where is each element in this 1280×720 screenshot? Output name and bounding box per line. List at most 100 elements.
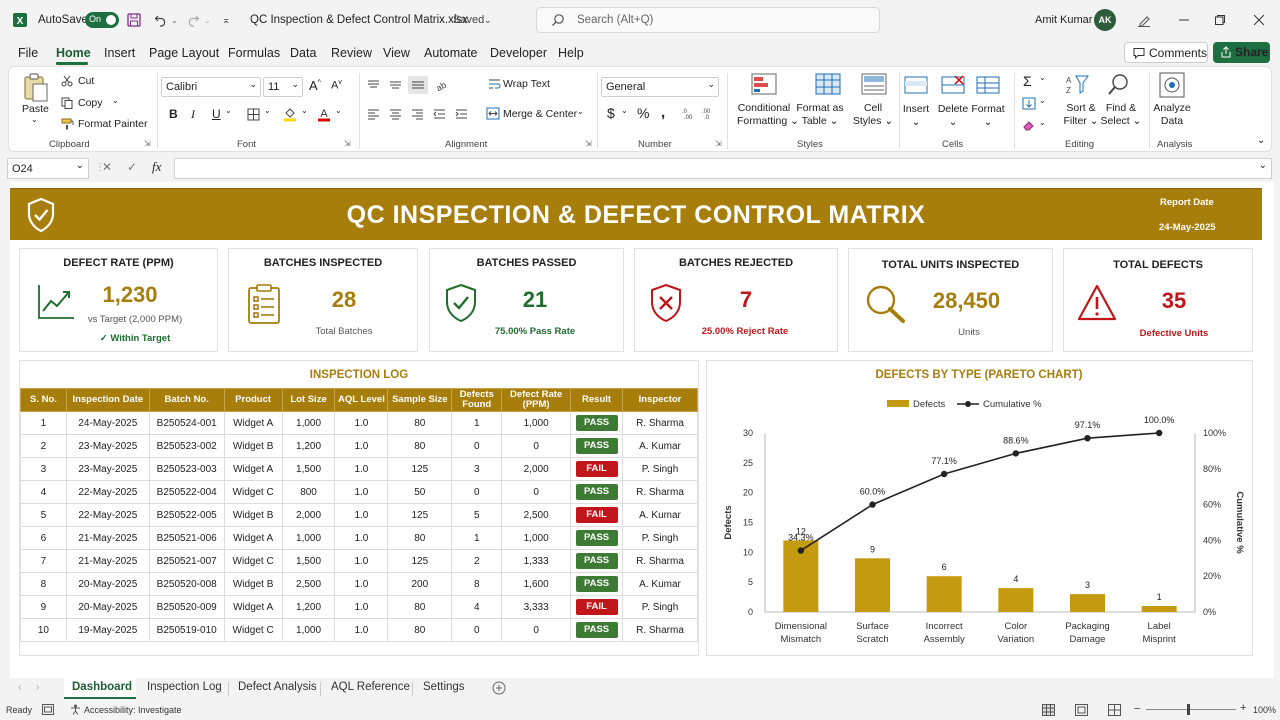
name-box[interactable]: O24 ⌄ [7, 158, 89, 179]
conditional-formatting-icon[interactable] [751, 73, 777, 97]
zoom-slider-track[interactable] [1146, 709, 1236, 710]
insert-cells-icon[interactable] [904, 73, 928, 97]
delete-cells-button[interactable]: Delete ⌄ [935, 103, 971, 129]
bold-button[interactable]: B [169, 107, 178, 121]
copy-dropdown-icon[interactable]: ⌄ [112, 96, 119, 105]
alignment-launcher-icon[interactable]: ⇲ [585, 139, 592, 148]
undo-dropdown-icon[interactable]: ⌄ [171, 0, 178, 40]
confirm-entry-icon[interactable]: ✓ [127, 160, 137, 174]
zoom-in-icon[interactable]: + [1240, 702, 1246, 714]
scroll-tabs-right-icon[interactable]: › [36, 682, 39, 693]
cell-styles-button[interactable]: Cell Styles ⌄ [849, 102, 897, 128]
number-format-select[interactable]: General ⌄ [601, 77, 719, 97]
format-painter-icon[interactable] [61, 118, 74, 130]
currency-dropdown-icon[interactable]: ⌄ [621, 106, 628, 115]
comma-style-icon[interactable]: , [661, 104, 665, 121]
tab-file[interactable]: File [18, 46, 38, 60]
formula-input[interactable]: ⌄ [174, 158, 1272, 179]
wrap-text-button[interactable]: Wrap Text [503, 78, 550, 90]
tab-review[interactable]: Review [331, 46, 372, 60]
customize-toolbar-icon[interactable]: ⌅ [222, 0, 230, 40]
sort-filter-button[interactable]: Sort & Filter ⌄ [1061, 102, 1101, 128]
copy-icon[interactable] [61, 97, 73, 109]
merge-center-icon[interactable] [486, 107, 500, 120]
copy-button[interactable]: Copy [78, 97, 103, 109]
fill-icon[interactable] [1022, 97, 1036, 110]
save-icon[interactable] [127, 0, 141, 40]
tab-view[interactable]: View [383, 46, 410, 60]
paste-dropdown-icon[interactable]: ⌄ [31, 115, 38, 124]
tab-page-layout[interactable]: Page Layout [149, 46, 219, 60]
clipboard-launcher-icon[interactable]: ⇲ [144, 139, 151, 148]
zoom-out-icon[interactable]: − [1134, 703, 1140, 715]
paste-button[interactable]: Paste [22, 103, 49, 115]
fill-color-icon[interactable] [283, 107, 297, 122]
page-layout-view-icon[interactable] [1075, 704, 1088, 716]
add-sheet-icon[interactable] [492, 681, 506, 695]
format-as-table-button[interactable]: Format as Table ⌄ [795, 102, 845, 128]
italic-button[interactable]: I [191, 107, 195, 122]
underline-button[interactable]: U [212, 107, 221, 121]
font-color-dropdown-icon[interactable]: ⌄ [335, 106, 342, 115]
font-name-select[interactable]: Calibri ⌄ [161, 77, 261, 97]
cancel-entry-icon[interactable]: ✕ [102, 160, 112, 174]
autosum-dropdown-icon[interactable]: ⌄ [1039, 73, 1046, 82]
tab-formulas[interactable]: Formulas [228, 46, 280, 60]
saved-dropdown-icon[interactable]: ⌄ [484, 0, 492, 40]
analyze-data-icon[interactable] [1159, 72, 1185, 98]
cell-styles-icon[interactable] [861, 73, 887, 97]
close-icon[interactable] [1253, 0, 1265, 40]
pen-icon[interactable] [1137, 0, 1151, 40]
format-cells-icon[interactable] [976, 73, 1000, 97]
tab-developer[interactable]: Developer [490, 46, 547, 60]
borders-dropdown-icon[interactable]: ⌄ [264, 106, 271, 115]
search-box[interactable]: Search (Alt+Q) [536, 0, 880, 40]
restore-icon[interactable] [1214, 0, 1226, 40]
currency-icon[interactable]: $ [607, 105, 615, 121]
clear-dropdown-icon[interactable]: ⌄ [1039, 118, 1046, 127]
tab-home[interactable]: Home [56, 46, 91, 60]
cut-button[interactable]: Cut [78, 75, 94, 87]
redo-icon[interactable] [186, 0, 200, 40]
percent-icon[interactable]: % [637, 105, 649, 121]
zoom-level[interactable]: 100% [1253, 705, 1276, 715]
macro-record-icon[interactable] [42, 704, 54, 715]
scroll-tabs-left-icon[interactable]: ‹ [18, 682, 21, 693]
fill-color-dropdown-icon[interactable]: ⌄ [301, 106, 308, 115]
decrease-font-icon[interactable]: Av [331, 79, 342, 92]
sheet-tab-aql-reference[interactable]: AQL Reference [331, 681, 410, 693]
borders-icon[interactable] [247, 108, 260, 121]
wrap-text-icon[interactable] [488, 77, 502, 91]
merge-center-button[interactable]: Merge & Center [503, 108, 577, 120]
number-launcher-icon[interactable]: ⇲ [715, 139, 722, 148]
decrease-decimal-icon[interactable]: .00.0 [701, 107, 715, 120]
sheet-tab-defect-analysis[interactable]: Defect Analysis [238, 681, 317, 693]
clear-icon[interactable] [1022, 119, 1036, 131]
align-center-icon[interactable] [389, 108, 402, 120]
align-bottom-icon[interactable] [408, 76, 428, 94]
font-size-select[interactable]: 11 ⌄ [263, 77, 303, 97]
align-top-icon[interactable] [367, 79, 380, 91]
align-middle-icon[interactable] [389, 79, 402, 91]
format-painter-button[interactable]: Format Painter [78, 118, 147, 130]
increase-indent-icon[interactable] [455, 108, 468, 120]
cut-icon[interactable] [61, 75, 73, 87]
find-select-button[interactable]: Find & Select ⌄ [1099, 102, 1143, 128]
sort-filter-icon[interactable]: AZ [1065, 73, 1089, 97]
find-select-icon[interactable] [1107, 73, 1131, 97]
comments-button[interactable]: Comments [1124, 42, 1208, 63]
orientation-icon[interactable]: ab [434, 78, 452, 92]
autosave-toggle[interactable]: On [85, 0, 119, 40]
sheet-tab-dashboard[interactable]: Dashboard [64, 677, 136, 699]
font-color-icon[interactable]: A [317, 107, 331, 122]
increase-font-icon[interactable]: A^ [309, 78, 321, 93]
insert-cells-button[interactable]: Insert ⌄ [899, 103, 933, 129]
minimize-icon[interactable] [1178, 0, 1190, 40]
sheet-tab-settings[interactable]: Settings [423, 681, 465, 693]
tab-data[interactable]: Data [290, 46, 316, 60]
tab-automate[interactable]: Automate [424, 46, 478, 60]
accessibility-status[interactable]: Accessibility: Investigate [84, 705, 182, 715]
page-break-view-icon[interactable] [1108, 704, 1121, 716]
normal-view-icon[interactable] [1042, 704, 1055, 716]
align-right-icon[interactable] [411, 108, 424, 120]
